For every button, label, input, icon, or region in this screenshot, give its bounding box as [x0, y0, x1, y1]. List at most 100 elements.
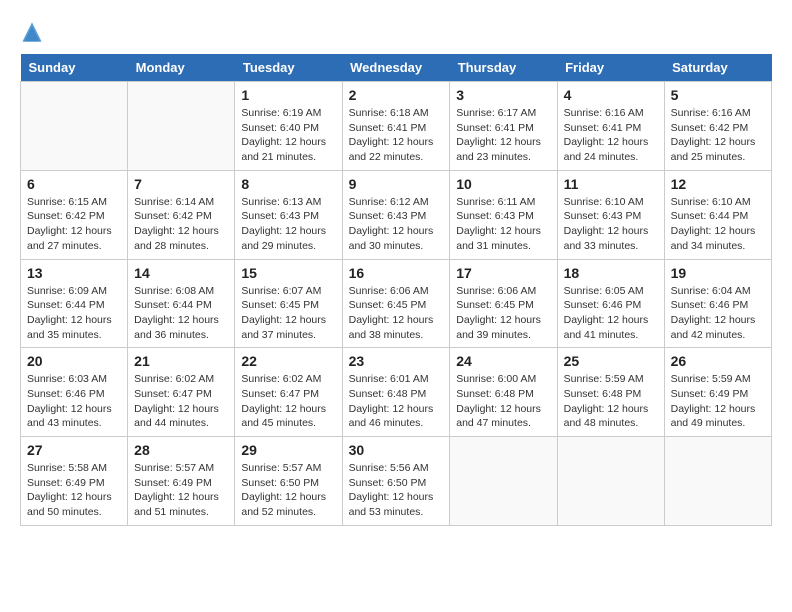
cell-info: Sunrise: 6:10 AMSunset: 6:43 PMDaylight:…: [564, 195, 658, 254]
calendar-cell: 21 Sunrise: 6:02 AMSunset: 6:47 PMDayligh…: [128, 348, 235, 437]
cell-info: Sunrise: 6:04 AMSunset: 6:46 PMDaylight:…: [671, 284, 765, 343]
day-number: 27: [27, 442, 121, 458]
calendar-cell: 7Sunrise: 6:14 AMSunset: 6:42 PMDaylight…: [128, 170, 235, 259]
cell-info: Sunrise: 6:06 AMSunset: 6:45 PMDaylight:…: [456, 284, 550, 343]
cell-info: Sunrise: 6:02 AMSunset: 6:47 PMDaylight:…: [134, 372, 228, 431]
day-number: 24: [456, 353, 550, 369]
calendar-cell: 15Sunrise: 6:07 AMSunset: 6:45 PMDayligh…: [235, 259, 342, 348]
cell-info: Sunrise: 6:08 AMSunset: 6:44 PMDaylight:…: [134, 284, 228, 343]
day-number: 6: [27, 176, 121, 192]
cell-info: Sunrise: 6:00 AMSunset: 6:48 PMDaylight:…: [456, 372, 550, 431]
calendar-cell: 13 Sunrise: 6:09 AMSunset: 6:44 PMDayligh…: [21, 259, 128, 348]
calendar-cell: 25Sunrise: 5:59 AMSunset: 6:48 PMDayligh…: [557, 348, 664, 437]
calendar-week-row: 20 Sunrise: 6:03 AMSunset: 6:46 PMDayligh…: [21, 348, 772, 437]
cell-info: Sunrise: 6:16 AMSunset: 6:42 PMDaylight:…: [671, 106, 765, 165]
cell-info: Sunrise: 5:59 AMSunset: 6:49 PMDaylight:…: [671, 372, 765, 431]
day-number: 11: [564, 176, 658, 192]
day-number: 23: [349, 353, 444, 369]
calendar-cell: 28 Sunrise: 5:57 AMSunset: 6:49 PMDayligh…: [128, 437, 235, 526]
calendar-cell: 10 Sunrise: 6:11 AMSunset: 6:43 PMDayligh…: [450, 170, 557, 259]
cell-info: Sunrise: 6:13 AMSunset: 6:43 PMDaylight:…: [241, 195, 335, 254]
calendar-cell: 8 Sunrise: 6:13 AMSunset: 6:43 PMDaylight…: [235, 170, 342, 259]
day-number: 1: [241, 87, 335, 103]
calendar-cell: [664, 437, 771, 526]
day-number: 14: [134, 265, 228, 281]
calendar-header-row: SundayMondayTuesdayWednesdayThursdayFrid…: [21, 54, 772, 82]
cell-info: Sunrise: 5:56 AMSunset: 6:50 PMDaylight:…: [349, 461, 444, 520]
day-number: 26: [671, 353, 765, 369]
calendar-cell: 22Sunrise: 6:02 AMSunset: 6:47 PMDayligh…: [235, 348, 342, 437]
cell-info: Sunrise: 6:16 AMSunset: 6:41 PMDaylight:…: [564, 106, 658, 165]
calendar-cell: 2 Sunrise: 6:18 AMSunset: 6:41 PMDaylight…: [342, 82, 450, 171]
cell-info: Sunrise: 5:57 AMSunset: 6:49 PMDaylight:…: [134, 461, 228, 520]
cell-info: Sunrise: 6:02 AMSunset: 6:47 PMDaylight:…: [241, 372, 335, 431]
day-header-thursday: Thursday: [450, 54, 557, 82]
day-number: 29: [241, 442, 335, 458]
calendar-week-row: 27 Sunrise: 5:58 AMSunset: 6:49 PMDayligh…: [21, 437, 772, 526]
cell-info: Sunrise: 6:18 AMSunset: 6:41 PMDaylight:…: [349, 106, 444, 165]
logo: [20, 20, 48, 44]
calendar-cell: 4 Sunrise: 6:16 AMSunset: 6:41 PMDaylight…: [557, 82, 664, 171]
cell-info: Sunrise: 6:12 AMSunset: 6:43 PMDaylight:…: [349, 195, 444, 254]
day-number: 19: [671, 265, 765, 281]
calendar-cell: [21, 82, 128, 171]
logo-icon: [20, 20, 44, 44]
day-number: 9: [349, 176, 444, 192]
day-number: 5: [671, 87, 765, 103]
calendar-cell: [450, 437, 557, 526]
day-number: 17: [456, 265, 550, 281]
cell-info: Sunrise: 6:15 AMSunset: 6:42 PMDaylight:…: [27, 195, 121, 254]
day-number: 2: [349, 87, 444, 103]
calendar-cell: 12 Sunrise: 6:10 AMSunset: 6:44 PMDayligh…: [664, 170, 771, 259]
day-number: 20: [27, 353, 121, 369]
cell-info: Sunrise: 6:01 AMSunset: 6:48 PMDaylight:…: [349, 372, 444, 431]
cell-info: Sunrise: 6:19 AMSunset: 6:40 PMDaylight:…: [241, 106, 335, 165]
day-header-sunday: Sunday: [21, 54, 128, 82]
cell-info: Sunrise: 6:03 AMSunset: 6:46 PMDaylight:…: [27, 372, 121, 431]
day-number: 3: [456, 87, 550, 103]
cell-info: Sunrise: 6:07 AMSunset: 6:45 PMDaylight:…: [241, 284, 335, 343]
calendar-cell: 14 Sunrise: 6:08 AMSunset: 6:44 PMDayligh…: [128, 259, 235, 348]
cell-info: Sunrise: 6:10 AMSunset: 6:44 PMDaylight:…: [671, 195, 765, 254]
day-header-friday: Friday: [557, 54, 664, 82]
day-number: 28: [134, 442, 228, 458]
day-number: 21: [134, 353, 228, 369]
cell-info: Sunrise: 6:09 AMSunset: 6:44 PMDaylight:…: [27, 284, 121, 343]
calendar-cell: [557, 437, 664, 526]
day-number: 12: [671, 176, 765, 192]
cell-info: Sunrise: 5:59 AMSunset: 6:48 PMDaylight:…: [564, 372, 658, 431]
cell-info: Sunrise: 6:17 AMSunset: 6:41 PMDaylight:…: [456, 106, 550, 165]
calendar-cell: 19 Sunrise: 6:04 AMSunset: 6:46 PMDayligh…: [664, 259, 771, 348]
cell-info: Sunrise: 5:57 AMSunset: 6:50 PMDaylight:…: [241, 461, 335, 520]
calendar-week-row: 1 Sunrise: 6:19 AMSunset: 6:40 PMDaylight…: [21, 82, 772, 171]
calendar-cell: 11 Sunrise: 6:10 AMSunset: 6:43 PMDayligh…: [557, 170, 664, 259]
day-number: 7: [134, 176, 228, 192]
calendar-cell: 17 Sunrise: 6:06 AMSunset: 6:45 PMDayligh…: [450, 259, 557, 348]
day-header-wednesday: Wednesday: [342, 54, 450, 82]
calendar-cell: [128, 82, 235, 171]
day-header-tuesday: Tuesday: [235, 54, 342, 82]
calendar-cell: 23 Sunrise: 6:01 AMSunset: 6:48 PMDayligh…: [342, 348, 450, 437]
day-number: 4: [564, 87, 658, 103]
calendar-cell: 20 Sunrise: 6:03 AMSunset: 6:46 PMDayligh…: [21, 348, 128, 437]
calendar-cell: 6 Sunrise: 6:15 AMSunset: 6:42 PMDaylight…: [21, 170, 128, 259]
calendar-table: SundayMondayTuesdayWednesdayThursdayFrid…: [20, 54, 772, 526]
cell-info: Sunrise: 5:58 AMSunset: 6:49 PMDaylight:…: [27, 461, 121, 520]
calendar-week-row: 13 Sunrise: 6:09 AMSunset: 6:44 PMDayligh…: [21, 259, 772, 348]
calendar-cell: 5 Sunrise: 6:16 AMSunset: 6:42 PMDaylight…: [664, 82, 771, 171]
day-number: 30: [349, 442, 444, 458]
calendar-week-row: 6 Sunrise: 6:15 AMSunset: 6:42 PMDaylight…: [21, 170, 772, 259]
cell-info: Sunrise: 6:11 AMSunset: 6:43 PMDaylight:…: [456, 195, 550, 254]
day-number: 10: [456, 176, 550, 192]
calendar-cell: 18Sunrise: 6:05 AMSunset: 6:46 PMDayligh…: [557, 259, 664, 348]
day-header-monday: Monday: [128, 54, 235, 82]
day-number: 13: [27, 265, 121, 281]
cell-info: Sunrise: 6:06 AMSunset: 6:45 PMDaylight:…: [349, 284, 444, 343]
day-header-saturday: Saturday: [664, 54, 771, 82]
calendar-cell: 1 Sunrise: 6:19 AMSunset: 6:40 PMDaylight…: [235, 82, 342, 171]
calendar-cell: 9 Sunrise: 6:12 AMSunset: 6:43 PMDaylight…: [342, 170, 450, 259]
calendar-cell: 29 Sunrise: 5:57 AMSunset: 6:50 PMDayligh…: [235, 437, 342, 526]
day-number: 16: [349, 265, 444, 281]
day-number: 8: [241, 176, 335, 192]
page-header: [20, 20, 772, 44]
